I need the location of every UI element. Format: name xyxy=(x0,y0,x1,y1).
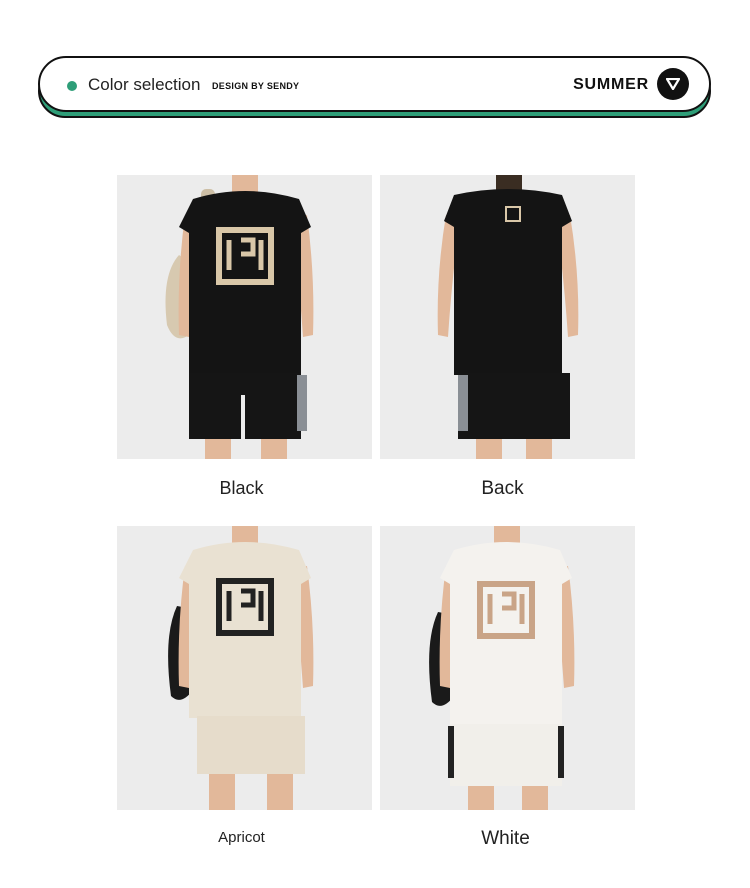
caption-white: White xyxy=(481,828,530,849)
caption-apricot: Apricot xyxy=(218,829,265,846)
model-white-image xyxy=(380,526,635,810)
color-selection-banner: Color selection DESIGN BY SENDY SUMMER xyxy=(38,56,711,112)
product-photo-back[interactable] xyxy=(380,175,635,459)
model-black-back-image xyxy=(380,175,635,459)
banner-title: Color selection xyxy=(88,75,201,94)
season-label: SUMMER xyxy=(573,76,649,93)
caption-back: Back xyxy=(481,478,524,499)
product-photo-white[interactable] xyxy=(380,526,635,810)
dropdown-button[interactable] xyxy=(657,68,689,100)
design-tag: DESIGN BY SENDY xyxy=(212,81,300,91)
accent-dot xyxy=(67,81,77,91)
product-photo-apricot[interactable] xyxy=(117,526,372,810)
product-photo-black[interactable] xyxy=(117,175,372,459)
triangle-down-icon xyxy=(666,78,680,90)
model-black-front-image xyxy=(117,175,372,459)
caption-black: Black xyxy=(219,478,264,498)
model-apricot-image xyxy=(117,526,372,810)
